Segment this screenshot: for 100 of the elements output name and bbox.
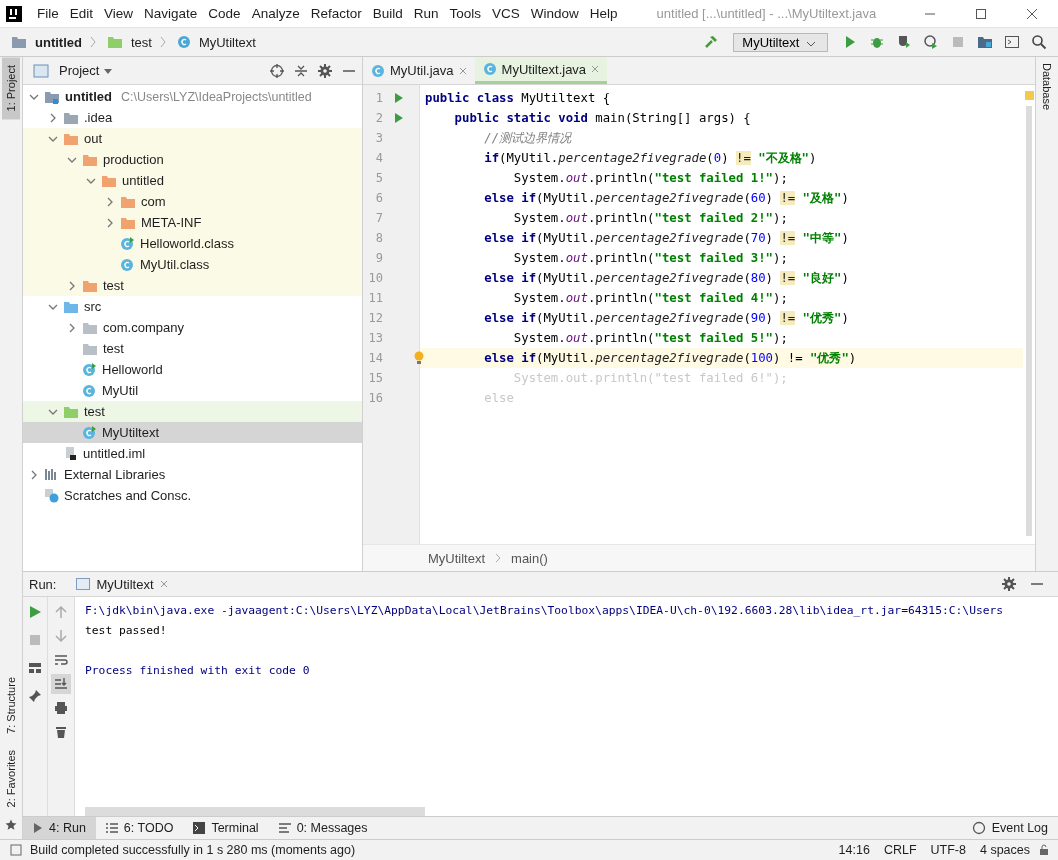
chevron-right-icon[interactable] [67,322,77,333]
print-icon[interactable] [54,701,68,715]
menu-item[interactable]: Window [530,6,579,21]
hammer-icon[interactable] [703,34,720,50]
editor-tab[interactable]: MyUtiltext.java [474,57,608,84]
tree-item-label: MyUtiltext [102,425,160,440]
menu-item[interactable]: View [104,6,134,21]
tree-item[interactable]: com.company [23,317,362,338]
menu-item[interactable]: VCS [492,6,520,21]
menu-item[interactable]: Navigate [144,6,198,21]
run-icon[interactable] [393,93,405,103]
settings-icon[interactable] [318,63,332,78]
code-line: System.out.println("test failed 5!"); [512,330,789,347]
tree-item[interactable]: External Libraries [23,464,362,485]
tool-window-tab[interactable]: Database [1038,57,1056,117]
console-line: test passed! [85,623,168,639]
event-log-button[interactable]: Event Log [961,817,1058,839]
status-item[interactable]: UTF-8 [930,843,966,857]
scrollbar[interactable] [1026,106,1032,536]
tool-window-tab[interactable]: 4: Run [23,817,96,839]
gauge-icon[interactable] [923,34,939,50]
lightbulb-icon[interactable] [413,351,425,365]
trash-icon[interactable] [54,725,68,739]
breadcrumb[interactable]: main() [511,550,548,566]
tree-item-label: com [141,194,166,209]
close-icon[interactable] [1026,7,1038,20]
crosshair-icon[interactable] [270,63,284,78]
panel-icon [33,63,49,78]
tree-item[interactable]: src [23,296,362,317]
search-icon[interactable] [1031,34,1047,50]
chevron-right-icon[interactable] [29,469,39,480]
tree-item[interactable]: MyUtiltext [23,422,362,443]
tree-item[interactable]: MyUtil.class [23,254,362,275]
chevron-right-icon[interactable] [48,112,58,123]
tree-item[interactable]: test [23,401,362,422]
tree-item[interactable]: .idea [23,107,362,128]
tool-window-tab[interactable]: Terminal [183,817,269,839]
tool-window-tab[interactable]: 0: Messages [268,817,378,839]
lock-icon[interactable] [1038,844,1050,856]
breadcrumb[interactable]: untitled [35,34,82,50]
breadcrumb[interactable]: test [130,34,152,50]
tree-item[interactable]: untitled.iml [23,443,362,464]
tool-window-tab[interactable]: 7: Structure [2,668,20,742]
app-logo-icon [6,5,22,22]
tree-item[interactable]: Helloworld [23,359,362,380]
wrap-icon[interactable] [54,653,68,667]
tree-item[interactable]: com [23,191,362,212]
shield-icon[interactable] [896,34,912,50]
tool-window-tab[interactable]: 2: Favorites [2,741,20,815]
tree-item[interactable]: untitled C:\Users\LYZ\IdeaProjects\untitled [23,86,362,107]
menu-item[interactable]: Help [589,6,618,21]
chevron-right-icon[interactable] [105,196,115,207]
tool-window-tab[interactable]: 6: TODO [95,817,184,839]
menu-item[interactable]: Refactor [310,6,362,21]
menu-item[interactable]: Edit [69,6,94,21]
folder-grid-icon[interactable] [977,34,993,50]
menu-item[interactable]: Build [372,6,403,21]
layout-icon[interactable] [28,661,42,675]
scrollbar[interactable] [85,807,425,816]
run-tab[interactable]: MyUtiltext [70,572,174,596]
code-line: else if(MyUtil.percentage2fivegrade(70) != "中等") [483,230,850,247]
tree-item[interactable]: production [23,149,362,170]
tree-item[interactable]: test [23,275,362,296]
breadcrumb[interactable]: MyUtiltext [198,34,256,50]
scratches-icon [44,488,59,503]
scroll-end-icon[interactable] [54,677,68,691]
menu-item[interactable]: File [37,6,59,21]
menu-item[interactable]: Run [413,6,439,21]
maximize-icon[interactable] [975,7,987,20]
caret-icon [806,40,816,47]
collapse-icon[interactable] [294,63,308,78]
menu-item[interactable]: Analyze [251,6,300,21]
status-item[interactable]: 14:16 [838,843,870,857]
tree-item[interactable]: Helloworld.class [23,233,362,254]
tree-item[interactable]: META-INF [23,212,362,233]
window-icon[interactable] [1004,34,1020,50]
menu-item[interactable]: Code [208,6,241,21]
tool-window-tab[interactable]: 1: Project [2,57,20,120]
status-item[interactable]: 4 spaces [979,843,1030,857]
editor-tab[interactable]: MyUtil.java [363,57,475,84]
chevron-right-icon[interactable] [67,280,77,291]
tree-item[interactable]: out [23,128,362,149]
run-icon[interactable] [393,113,405,123]
tree-item[interactable]: MyUtil [23,380,362,401]
folder-icon [63,110,79,125]
tree-item[interactable]: test [23,338,362,359]
tree-item[interactable]: untitled [23,170,362,191]
run-icon[interactable] [28,605,42,619]
lines-icon [278,823,291,833]
menu-item[interactable]: Tools [449,6,481,21]
pin-icon[interactable] [28,689,42,703]
settings-icon[interactable] [1002,577,1016,591]
status-item[interactable]: CRLF [883,843,917,857]
chevron-right-icon[interactable] [105,217,115,228]
star-icon[interactable] [5,819,17,831]
run-config-dropdown[interactable]: MyUtiltext [733,32,828,52]
tree-item[interactable]: Scratches and Consc. [23,485,362,506]
panel-title-dropdown[interactable]: Project [59,63,114,78]
breadcrumb[interactable]: MyUtiltext [428,550,486,566]
square-icon[interactable] [10,844,22,856]
